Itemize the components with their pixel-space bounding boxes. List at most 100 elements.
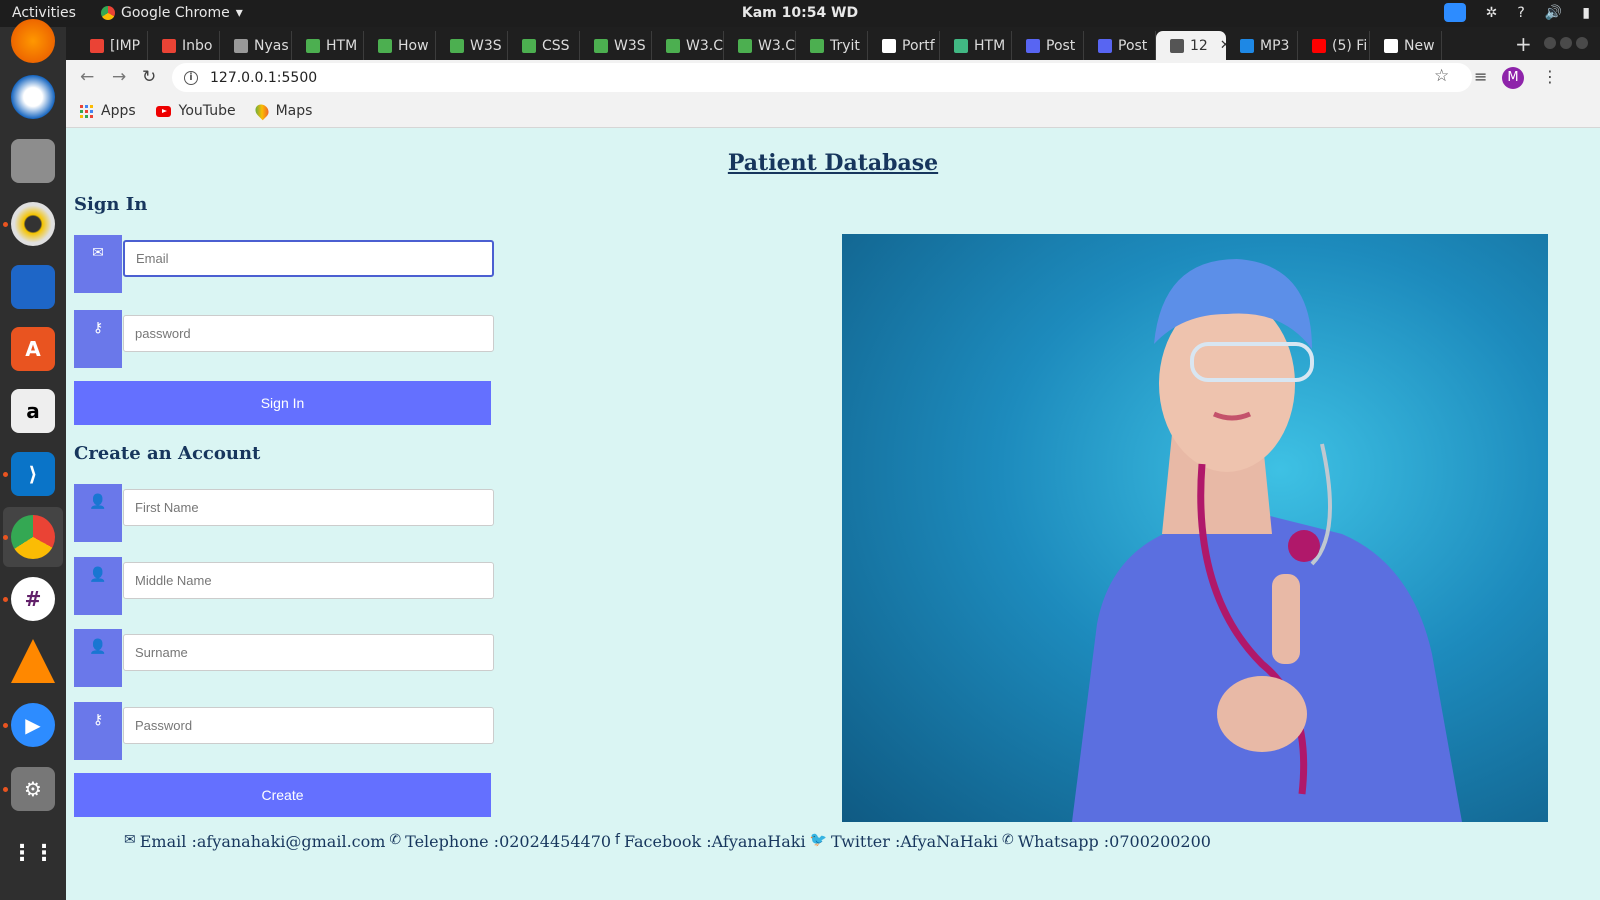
back-icon[interactable]: ← [80,67,94,87]
envelope-icon: ✉ [124,832,136,848]
bookmark-apps[interactable]: Apps [80,103,136,119]
browser-tab[interactable]: Nyas [220,31,292,60]
tab-favicon-icon [234,38,248,53]
browser-tab[interactable]: (5) Fi [1298,31,1370,60]
create-button[interactable]: Create [74,773,491,817]
browser-tab[interactable]: [IMP [76,31,148,60]
middle-name-input[interactable] [123,562,494,599]
browser-tab[interactable]: W3.C [724,31,796,60]
signin-button[interactable]: Sign In [74,381,491,425]
forward-icon[interactable]: → [112,67,126,87]
footer-whatsapp: Whatsapp :0700200200 [1017,832,1211,851]
tab-label: Post [1046,37,1076,54]
tab-label: Tryit [830,37,860,54]
slack-tray-icon[interactable]: ✲ [1486,5,1498,21]
browser-tab[interactable]: CSS [508,31,580,60]
zoom-icon[interactable]: ▶ [11,703,55,747]
tab-label: Portf [902,37,935,54]
battery-icon[interactable]: ▮ [1582,5,1590,21]
bookmarks-bar: Apps YouTube Maps [66,95,1600,128]
footer-email: Email :afyanahaki@gmail.com [139,832,386,851]
new-tab-button[interactable]: + [1515,32,1532,56]
window-controls[interactable] [1544,37,1588,49]
url-text[interactable]: 127.0.0.1:5500 [210,70,317,86]
browser-tab[interactable]: MP3 [1226,31,1298,60]
browser-tab[interactable]: Portf [868,31,940,60]
thunderbird-icon[interactable] [11,75,55,119]
system-tray[interactable]: ✲ ? 🔊 ▮ [1443,3,1590,22]
browser-tab[interactable]: Tryit [796,31,868,60]
files-icon[interactable] [11,139,55,183]
tab-label: (5) Fi [1332,37,1368,54]
browser-tab[interactable]: W3S [580,31,652,60]
tab-favicon-icon [1312,38,1326,53]
facebook-icon: f [615,832,620,848]
address-bar[interactable]: i 127.0.0.1:5500 [172,63,1472,92]
browser-tab[interactable]: HTM [292,31,364,60]
key-icon: ⚷ [74,702,122,760]
close-window-icon[interactable] [1576,37,1588,49]
bookmark-maps-label: Maps [275,103,313,119]
tab-label: Post [1118,37,1148,54]
tab-favicon-icon [378,38,392,53]
chrome-dock-icon[interactable] [11,515,55,559]
browser-tab[interactable]: W3S [436,31,508,60]
rhythmbox-icon[interactable] [11,202,55,246]
first-name-input[interactable] [123,489,494,526]
browser-tab[interactable]: New [1370,31,1442,60]
site-info-icon[interactable]: i [184,70,198,85]
tab-label: W3.C [758,37,795,54]
bookmark-star-icon[interactable]: ☆ [1434,66,1449,86]
bookmark-maps[interactable]: Maps [252,101,313,121]
firefox-icon[interactable] [11,19,55,63]
minimize-icon[interactable] [1544,37,1556,49]
youtube-icon [155,105,171,117]
tab-favicon-icon [738,38,752,53]
amazon-icon[interactable]: a [11,389,55,433]
tab-label: HTM [974,37,1006,54]
browser-tab[interactable]: W3.C [652,31,724,60]
password-row: ⚷ [74,310,494,368]
volume-icon[interactable]: 🔊 [1545,5,1562,21]
profile-avatar[interactable]: M [1502,67,1524,89]
browser-tab[interactable]: HTM [940,31,1012,60]
vscode-icon[interactable]: ⟩ [11,452,55,496]
show-applications-icon[interactable]: ⋮⋮ [11,831,55,875]
vlc-icon[interactable] [11,639,55,683]
phone-icon: ✆ [389,832,402,848]
create-password-input[interactable] [123,707,494,744]
reload-icon[interactable]: ↻ [142,67,156,87]
tab-favicon-icon [1384,38,1398,53]
media-control-icon[interactable]: ≡ [1474,67,1487,86]
tab-label: How [398,37,429,54]
whatsapp-phone-icon: ✆ [1002,832,1014,848]
tab-favicon-icon [522,38,536,53]
menu-kebab-icon[interactable]: ⋮ [1542,67,1558,86]
browser-tab[interactable]: Post [1012,31,1084,60]
settings-tools-icon[interactable]: ⚙ [11,767,55,811]
bookmark-youtube[interactable]: YouTube [155,103,236,119]
browser-tab[interactable]: How [364,31,436,60]
browser-tab[interactable]: 12 ✕ [1156,31,1226,60]
help-icon[interactable]: ? [1517,5,1524,21]
email-input[interactable] [123,240,494,277]
tab-favicon-icon [162,38,176,53]
tab-favicon-icon [1026,38,1040,53]
browser-tab[interactable]: Post [1084,31,1156,60]
surname-input[interactable] [123,634,494,671]
create-account-heading: Create an Account [74,443,261,464]
tab-label: Inbo [182,37,213,54]
software-center-icon[interactable]: A [11,327,55,371]
tab-favicon-icon [1240,38,1254,53]
tab-label: [IMP [110,37,141,54]
browser-tab[interactable]: Inbo [148,31,220,60]
maximize-icon[interactable] [1560,37,1572,49]
password-input[interactable] [123,315,494,352]
slack-icon[interactable]: # [11,577,55,621]
key-icon: ⚷ [74,310,122,368]
user-icon: 👤 [74,484,122,542]
writer-icon[interactable] [11,265,55,309]
clock[interactable]: Kam 10:54 WD [0,5,1600,21]
tab-label: W3.C [686,37,723,54]
zoom-tray-icon[interactable] [1443,3,1466,22]
